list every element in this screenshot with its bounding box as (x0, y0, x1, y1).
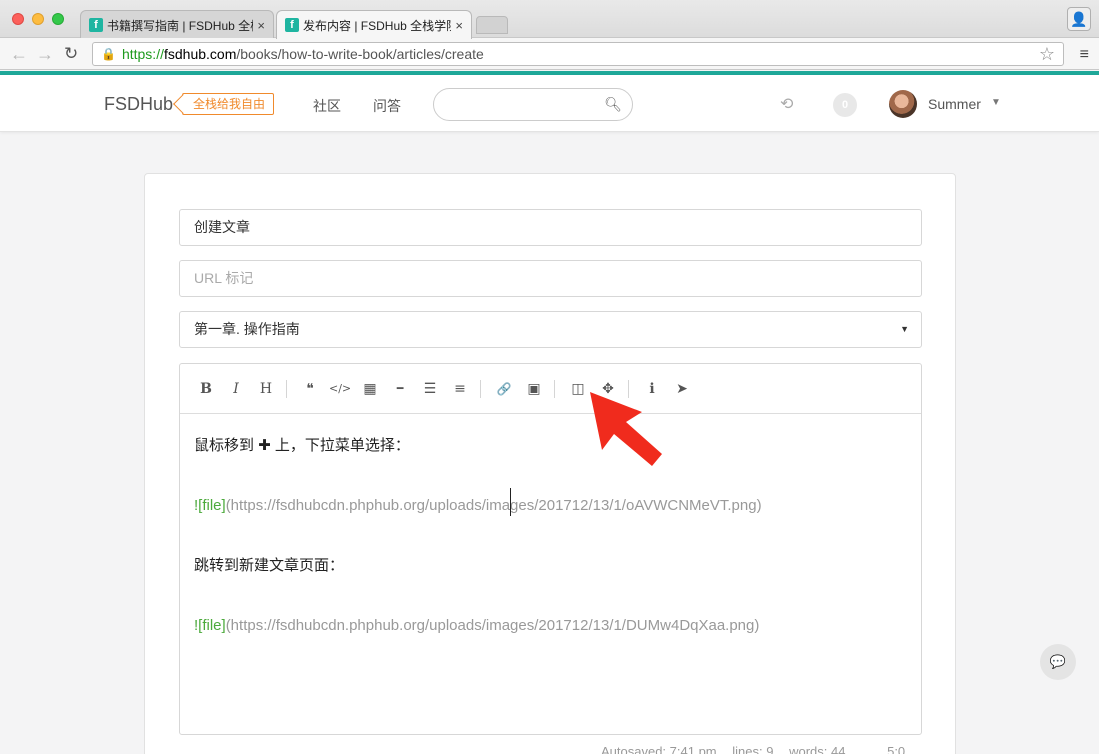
site-header: FSDHub 全栈给我自由 社区 问答 🔍︎ ⟲ 0 Summer ▼ (0, 75, 1099, 132)
link-icon[interactable]: 🔗 (493, 378, 515, 400)
publish-icon[interactable]: ➤ (671, 378, 693, 400)
site-search-input[interactable]: 🔍︎ (433, 88, 633, 121)
browser-tab-strip: f 书籍撰写指南 | FSDHub 全栈 × f 发布内容 | FSDHub 全… (0, 0, 1099, 39)
url-scheme: https:// (121, 46, 164, 62)
markdown-image-alt: ![file] (194, 617, 226, 634)
fsdhub-favicon-icon: f (285, 18, 299, 32)
title-input[interactable]: 创建文章 (179, 209, 922, 246)
table-icon[interactable]: ▦ (359, 378, 381, 400)
text-span: 跳转到新建文章页面： (194, 557, 345, 574)
browser-toolbar: ← → ↻ 🔒 https://fsdhub.com/books/how-to-… (0, 38, 1099, 70)
toolbar-divider (286, 380, 287, 398)
annotation-arrow (590, 392, 662, 466)
markdown-image-alt: ![file] (194, 497, 226, 514)
word-count: words: 44 (789, 744, 846, 754)
text-span: 上，下拉菜单选择： (270, 437, 410, 454)
markdown-editor[interactable]: B I H ❝ </> ▦ ━ ☰ ≡ 🔗 ▣ ◫ ✥ ℹ ➤ 鼠标移到 ✚ 上… (179, 363, 922, 735)
toolbar-divider (554, 380, 555, 398)
cursor-position: 5:0 (887, 744, 906, 754)
url-slug-input[interactable]: URL 标记 (179, 260, 922, 297)
reload-icon[interactable]: ↻ (64, 44, 78, 64)
forward-arrow-icon[interactable]: → (36, 44, 54, 64)
italic-button[interactable]: I (225, 378, 247, 400)
user-menu[interactable]: Summer (928, 96, 981, 112)
caret-down-icon[interactable]: ▼ (991, 97, 1001, 108)
line-count: lines: 9 (732, 744, 774, 754)
minimize-window-button[interactable] (32, 13, 44, 25)
code-icon[interactable]: </> (329, 378, 351, 400)
browser-tab-book-guide[interactable]: f 书籍撰写指南 | FSDHub 全栈 × (80, 10, 274, 39)
horizontal-rule-icon[interactable]: ━ (389, 378, 411, 400)
browser-tab-publish[interactable]: f 发布内容 | FSDHub 全栈学院 × (276, 10, 472, 39)
new-tab-button[interactable] (476, 16, 508, 34)
markdown-image-url: (https://fsdhubcdn.phphub.org/uploads/im… (225, 497, 762, 514)
toolbar-divider (480, 380, 481, 398)
notification-badge[interactable]: 0 (833, 93, 857, 117)
close-window-button[interactable] (12, 13, 24, 25)
tab-close-icon[interactable]: × (257, 18, 265, 33)
nav-qa[interactable]: 问答 (373, 96, 401, 116)
editor-toolbar: B I H ❝ </> ▦ ━ ☰ ≡ 🔗 ▣ ◫ ✥ ℹ ➤ (180, 364, 921, 414)
bookmark-star-icon[interactable]: ☆ (1039, 44, 1055, 65)
image-icon[interactable]: ▣ (523, 378, 545, 400)
create-article-card: 创建文章 URL 标记 第一章. 操作指南 ▼ B I H ❝ </> ▦ ━ … (144, 173, 956, 754)
text-cursor (510, 488, 511, 516)
chapter-select-value: 第一章. 操作指南 (194, 321, 300, 337)
heading-button[interactable]: H (255, 378, 277, 400)
url-domain: fsdhub.com (163, 46, 237, 62)
search-icon[interactable]: 🔍︎ (604, 96, 622, 113)
site-logo[interactable]: FSDHub (104, 94, 173, 115)
avatar[interactable] (889, 90, 917, 118)
tab-title: 发布内容 | FSDHub 全栈学院 (303, 18, 452, 33)
lock-icon: 🔒 (101, 47, 116, 61)
ordered-list-icon[interactable]: ≡ (449, 378, 471, 400)
select-caret-icon: ▼ (900, 324, 909, 334)
chat-bubble-icon[interactable]: 💬 (1040, 644, 1076, 680)
autosave-status: Autosaved: 7:41 pm (601, 744, 717, 754)
maximize-window-button[interactable] (52, 13, 64, 25)
editor-line: 鼠标移到 ✚ 上，下拉菜单选择： (194, 436, 907, 456)
url-path: /books/how-to-write-book/articles/create (236, 46, 484, 62)
editor-line: ![file](https://fsdhubcdn.phphub.org/upl… (194, 616, 907, 636)
address-bar[interactable]: 🔒 https://fsdhub.com/books/how-to-write-… (92, 42, 1064, 66)
editor-line: 跳转到新建文章页面： (194, 556, 907, 576)
slogan-badge: 全栈给我自由 (182, 93, 275, 115)
tab-close-icon[interactable]: × (455, 18, 463, 33)
nav-community[interactable]: 社区 (313, 96, 341, 116)
text-span: 鼠标移到 (194, 437, 259, 454)
bold-button[interactable]: B (195, 378, 217, 400)
quote-icon[interactable]: ❝ (299, 378, 321, 400)
markdown-image-url: (https://fsdhubcdn.phphub.org/uploads/im… (225, 617, 760, 634)
browser-profile-icon[interactable]: 👤 (1067, 7, 1091, 31)
plus-icon: ✚ (258, 437, 271, 454)
back-arrow-icon[interactable]: ← (10, 44, 28, 64)
editor-status-bar: Autosaved: 7:41 pm lines: 9 words: 44 5:… (601, 744, 917, 754)
editor-line: ![file](https://fsdhubcdn.phphub.org/upl… (194, 496, 907, 516)
unordered-list-icon[interactable]: ☰ (419, 378, 441, 400)
browser-menu-icon[interactable]: ≡ (1080, 46, 1089, 64)
tab-title: 书籍撰写指南 | FSDHub 全栈 (107, 18, 254, 33)
history-icon[interactable]: ⟲ (780, 94, 793, 114)
editor-content[interactable]: 鼠标移到 ✚ 上，下拉菜单选择： ![file](https://fsdhubc… (180, 414, 921, 698)
fsdhub-favicon-icon: f (89, 18, 103, 32)
chapter-select[interactable]: 第一章. 操作指南 ▼ (179, 311, 922, 348)
